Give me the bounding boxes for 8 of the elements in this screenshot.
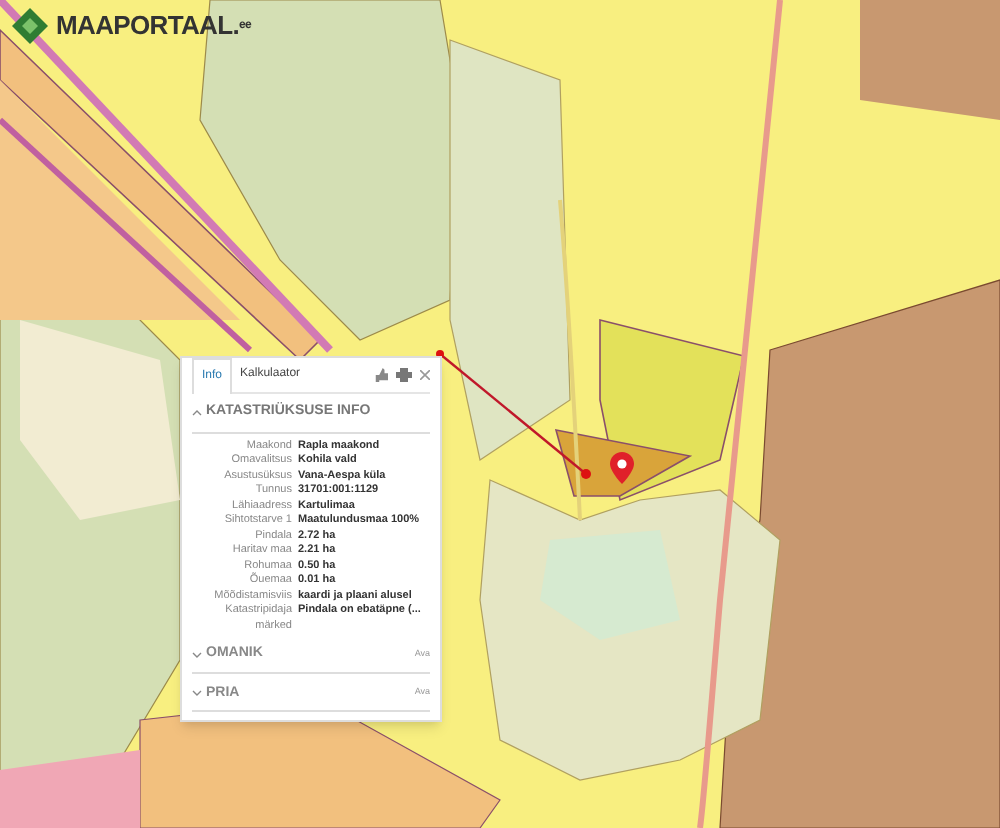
logo-text: MAAPORTAAL.$^{ee}$	[56, 8, 252, 44]
logo-icon	[12, 7, 48, 44]
chevron-icon	[192, 651, 202, 658]
hand-icon[interactable]	[374, 368, 388, 382]
chevron-icon	[192, 409, 202, 416]
close-icon[interactable]	[420, 370, 430, 380]
chevron-icon	[192, 690, 202, 697]
map-pin-icon	[610, 452, 634, 484]
